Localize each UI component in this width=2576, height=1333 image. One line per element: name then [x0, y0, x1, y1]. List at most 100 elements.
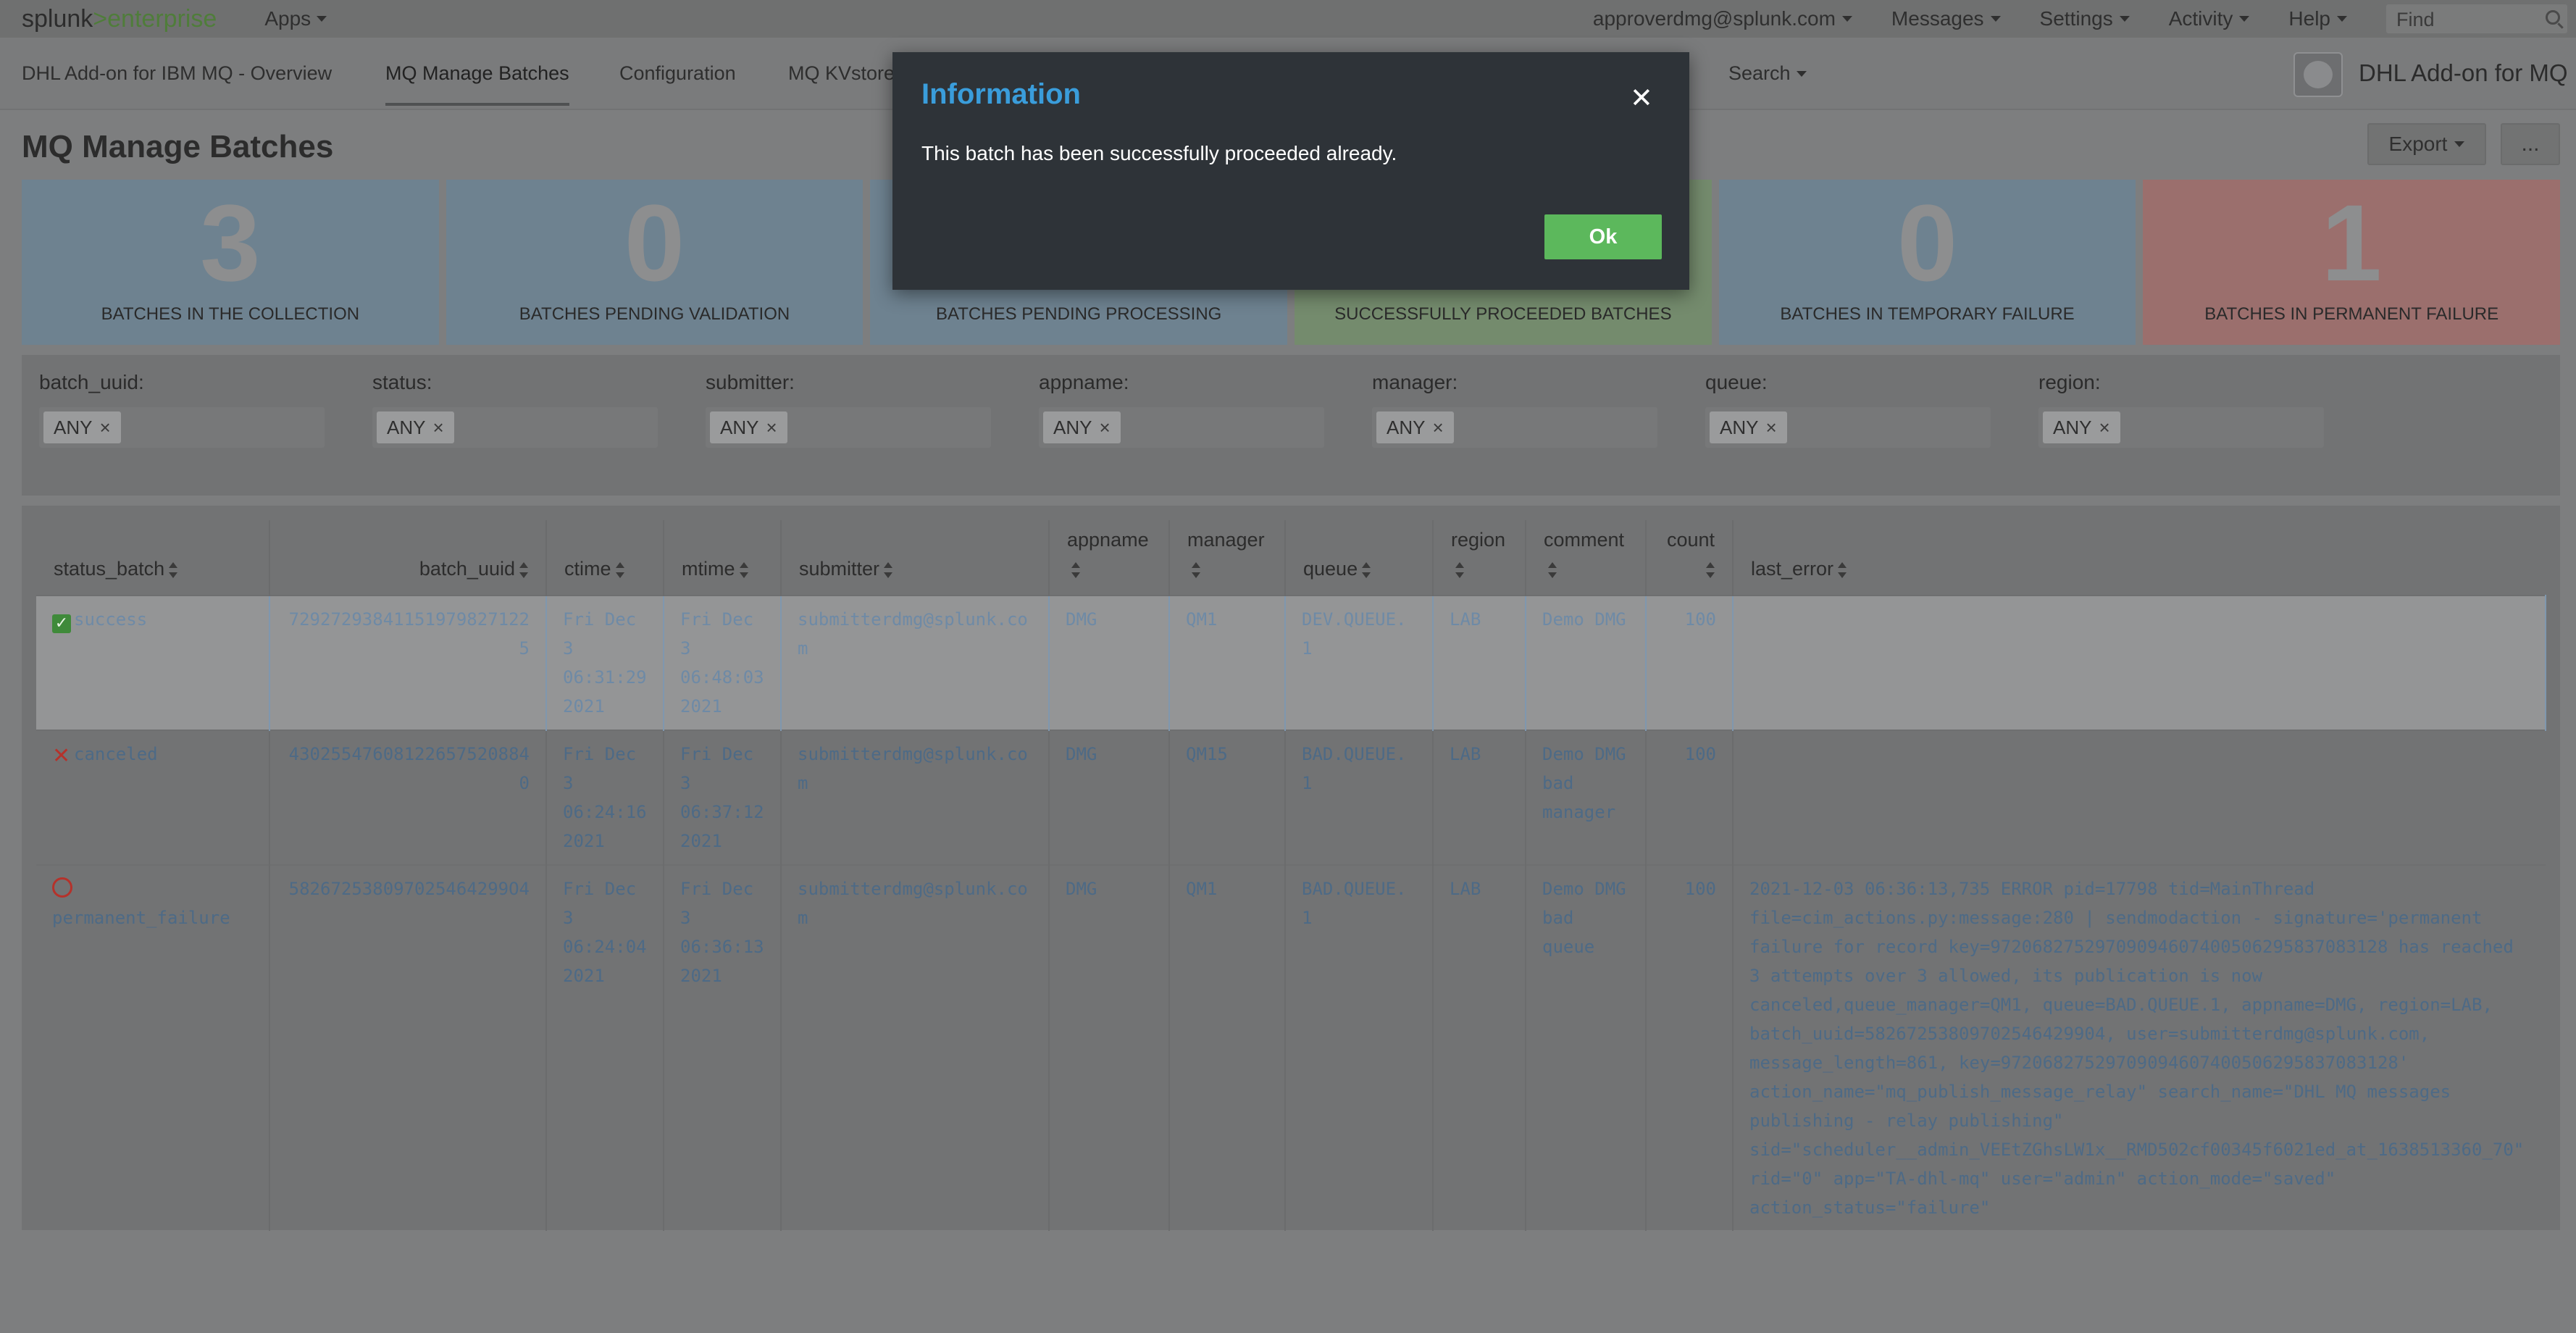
- cell-count: 100: [1646, 730, 1734, 865]
- find-input[interactable]: Find: [2386, 4, 2567, 33]
- tab-overview[interactable]: DHL Add-on for IBM MQ - Overview: [22, 62, 332, 85]
- tab-search[interactable]: Search: [1728, 62, 1807, 85]
- col-queue[interactable]: queue: [1285, 520, 1434, 596]
- table-row[interactable]: ✕ canceled 430255476081226575208840 Fri D…: [36, 730, 2546, 865]
- sort-icon: [1838, 561, 1847, 578]
- sort-icon: [1071, 561, 1080, 578]
- col-submitter[interactable]: submitter: [781, 520, 1050, 596]
- kpi-collection[interactable]: 3 BATCHES IN THE COLLECTION: [22, 180, 439, 345]
- cell-queue: DEV.QUEUE.1: [1285, 596, 1434, 730]
- col-appname[interactable]: appname: [1049, 520, 1170, 596]
- filter-chip[interactable]: ANY ×: [377, 411, 454, 443]
- remove-icon[interactable]: ×: [766, 417, 777, 439]
- batch-uuid-multiselect[interactable]: ANY ×: [39, 407, 325, 448]
- kpi-pending-validation[interactable]: 0 BATCHES PENDING VALIDATION: [446, 180, 863, 345]
- cell-appname: DMG: [1049, 730, 1170, 865]
- cell-ctime: Fri Dec 3 06:24:16 2021: [546, 730, 664, 865]
- remove-icon[interactable]: ×: [1765, 417, 1776, 439]
- tab-kvstore[interactable]: MQ KVstore: [788, 62, 895, 85]
- user-menu[interactable]: approverdmg@splunk.com: [1593, 7, 1852, 30]
- table-row[interactable]: ✓ success 729272938411519798271225 Fri De…: [36, 596, 2546, 730]
- more-actions-button[interactable]: ...: [2501, 123, 2560, 165]
- remove-icon[interactable]: ×: [99, 417, 110, 439]
- col-ctime[interactable]: ctime: [546, 520, 664, 596]
- filter-appname: appname: ANY ×: [1039, 371, 1329, 448]
- kpi-label: SUCCESSFULLY PROCEEDED BATCHES: [1334, 304, 1672, 324]
- remove-icon[interactable]: ×: [1432, 417, 1443, 439]
- region-multiselect[interactable]: ANY ×: [2038, 407, 2324, 448]
- status-multiselect[interactable]: ANY ×: [372, 407, 658, 448]
- cell-last-error: [1733, 730, 2546, 865]
- filter-chip[interactable]: ANY ×: [43, 411, 121, 443]
- queue-multiselect[interactable]: ANY ×: [1705, 407, 1991, 448]
- cell-region: LAB: [1433, 596, 1526, 730]
- kpi-value: 0: [624, 182, 685, 304]
- submitter-multiselect[interactable]: ANY ×: [706, 407, 991, 448]
- remove-icon[interactable]: ×: [2099, 417, 2109, 439]
- kpi-value: 1: [2321, 182, 2382, 304]
- search-icon: [2546, 10, 2560, 25]
- cell-manager: QM15: [1169, 730, 1286, 865]
- cell-appname: DMG: [1049, 596, 1170, 730]
- sort-icon: [1192, 561, 1200, 578]
- chevron-down-icon: [2239, 16, 2250, 22]
- chevron-down-icon: [2337, 16, 2347, 22]
- filter-status: status: ANY ×: [372, 371, 662, 448]
- messages-menu[interactable]: Messages: [1891, 7, 2001, 30]
- settings-menu[interactable]: Settings: [2040, 7, 2130, 30]
- col-region[interactable]: region: [1433, 520, 1526, 596]
- col-manager[interactable]: manager: [1169, 520, 1286, 596]
- filter-chip[interactable]: ANY ×: [2043, 411, 2120, 443]
- col-mtime[interactable]: mtime: [664, 520, 782, 596]
- information-modal: Information ✕ This batch has been succes…: [892, 52, 1689, 290]
- remove-icon[interactable]: ×: [432, 417, 443, 439]
- kpi-value: 0: [1897, 182, 1958, 304]
- table-row[interactable]: permanent_failure 582672538097025464299O…: [36, 865, 2546, 1231]
- chevron-down-icon: [1796, 70, 1807, 77]
- tab-configuration[interactable]: Configuration: [619, 62, 736, 85]
- filter-chip[interactable]: ANY ×: [710, 411, 787, 443]
- filter-chip[interactable]: ANY ×: [1043, 411, 1121, 443]
- find-placeholder: Find: [2396, 9, 2435, 30]
- splunk-logo[interactable]: splunk>enterprise: [22, 5, 217, 33]
- col-status-batch[interactable]: status_batch: [36, 520, 270, 596]
- check-icon: ✓: [52, 614, 71, 633]
- cell-submitter: submitterdmg@splunk.com: [781, 865, 1050, 1231]
- filter-label: batch_uuid:: [39, 371, 144, 393]
- col-count[interactable]: count: [1646, 520, 1734, 596]
- kpi-temporary-failure[interactable]: 0 BATCHES IN TEMPORARY FAILURE: [1718, 180, 2136, 345]
- activity-menu[interactable]: Activity: [2169, 7, 2250, 30]
- cell-queue: BAD.QUEUE.1: [1285, 730, 1434, 865]
- filter-chip[interactable]: ANY ×: [1376, 411, 1454, 443]
- remove-icon[interactable]: ×: [1099, 417, 1110, 439]
- export-button[interactable]: Export: [2367, 123, 2486, 165]
- cell-ctime: Fri Dec 3 06:31:29 2021: [546, 596, 664, 730]
- col-last-error[interactable]: last_error: [1733, 520, 2546, 596]
- sort-icon: [1706, 561, 1715, 578]
- filter-chip[interactable]: ANY ×: [1710, 411, 1787, 443]
- sort-icon: [169, 561, 178, 578]
- col-batch-uuid[interactable]: batch_uuid: [269, 520, 547, 596]
- cell-batch-uuid: 582672538097025464299O4: [269, 865, 547, 1231]
- kpi-label: BATCHES PENDING VALIDATION: [519, 304, 790, 324]
- cell-last-error: 2021-12-03 06:36:13,735 ERROR pid=17798 …: [1749, 879, 2525, 1218]
- apps-menu[interactable]: Apps: [264, 7, 327, 30]
- cell-batch-uuid: 430255476081226575208840: [269, 730, 547, 865]
- kpi-label: BATCHES IN THE COLLECTION: [101, 304, 360, 324]
- close-icon[interactable]: ✕: [1630, 84, 1653, 112]
- kpi-permanent-failure[interactable]: 1 BATCHES IN PERMANENT FAILURE: [2143, 180, 2561, 345]
- ok-button[interactable]: Ok: [1544, 214, 1662, 259]
- kpi-label: BATCHES IN PERMANENT FAILURE: [2204, 304, 2499, 324]
- chevron-down-icon: [1990, 16, 2001, 22]
- cell-comment: Demo DMG: [1526, 596, 1647, 730]
- help-menu[interactable]: Help: [2288, 7, 2347, 30]
- filter-label: appname:: [1039, 371, 1129, 393]
- tab-manage-batches[interactable]: MQ Manage Batches: [385, 62, 569, 106]
- appname-multiselect[interactable]: ANY ×: [1039, 407, 1324, 448]
- cell-appname: DMG: [1049, 865, 1170, 1231]
- global-top-bar: splunk>enterprise Apps approverdmg@splun…: [0, 0, 2576, 38]
- col-comment[interactable]: comment: [1526, 520, 1647, 596]
- batches-table: status_batch batch_uuid ctime mtime subm…: [36, 520, 2546, 1231]
- manager-multiselect[interactable]: ANY ×: [1372, 407, 1657, 448]
- cell-queue: BAD.QUEUE.1: [1285, 865, 1434, 1231]
